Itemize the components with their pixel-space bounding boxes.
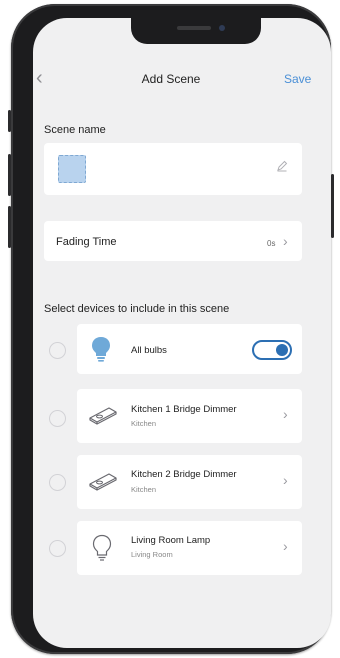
devices-section-label: Select devices to include in this scene bbox=[44, 303, 230, 315]
scene-icon-placeholder[interactable] bbox=[58, 155, 86, 183]
save-button[interactable]: Save bbox=[284, 72, 311, 86]
device-room: Kitchen bbox=[131, 419, 157, 428]
front-camera bbox=[219, 25, 225, 31]
select-radio-living-room-lamp[interactable] bbox=[49, 540, 66, 557]
chevron-right-icon: › bbox=[283, 406, 288, 422]
toggle-knob bbox=[276, 344, 288, 356]
pencil-icon[interactable] bbox=[276, 160, 288, 175]
bulb-filled-icon bbox=[91, 336, 111, 367]
bulb-outline-svg bbox=[92, 534, 112, 561]
pencil-icon-svg bbox=[277, 160, 288, 172]
speaker-grille bbox=[177, 26, 211, 30]
device-name: Kitchen 2 Bridge Dimmer bbox=[131, 469, 237, 480]
select-radio-kitchen-2[interactable] bbox=[49, 474, 66, 491]
power-button bbox=[331, 174, 334, 238]
device-name: Living Room Lamp bbox=[131, 535, 211, 546]
chevron-right-icon: › bbox=[283, 233, 288, 249]
notch bbox=[131, 18, 261, 44]
fading-time-label: Fading Time bbox=[56, 236, 117, 248]
volume-up-button bbox=[8, 154, 11, 196]
device-name: Kitchen 1 Bridge Dimmer bbox=[131, 404, 237, 415]
select-radio-all-bulbs[interactable] bbox=[49, 342, 66, 359]
dimmer-icon bbox=[87, 471, 119, 496]
all-bulbs-toggle[interactable] bbox=[252, 340, 292, 360]
chevron-right-icon: › bbox=[283, 538, 288, 554]
bulb-filled-svg bbox=[92, 337, 110, 362]
scene-name-label: Scene name bbox=[44, 124, 106, 136]
select-radio-kitchen-1[interactable] bbox=[49, 410, 66, 427]
device-room: Living Room bbox=[131, 550, 173, 559]
dimmer-svg bbox=[89, 407, 117, 425]
dimmer-svg bbox=[89, 473, 117, 491]
bulb-outline-icon bbox=[92, 534, 112, 567]
mute-switch bbox=[8, 110, 11, 132]
device-room: Kitchen bbox=[131, 485, 157, 494]
page-title: Add Scene bbox=[141, 72, 201, 86]
fading-time-value: 0s bbox=[267, 239, 276, 248]
volume-down-button bbox=[8, 206, 11, 248]
device-name: All bulbs bbox=[131, 345, 167, 356]
chevron-right-icon: › bbox=[283, 472, 288, 488]
dimmer-icon bbox=[87, 405, 119, 430]
